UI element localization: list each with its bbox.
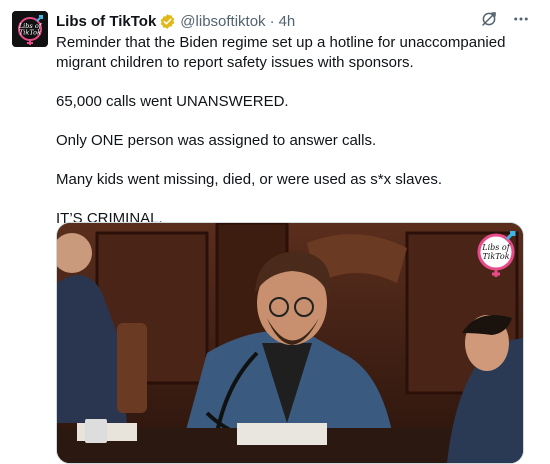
- tweet-line: Only ONE person was assigned to answer c…: [56, 131, 377, 149]
- tweet-line: Many kids went missing, died, or were us…: [56, 170, 442, 188]
- tweet-paragraph: Many kids went missing, died, or were us…: [56, 170, 526, 190]
- more-icon[interactable]: [512, 10, 530, 33]
- handle[interactable]: @libsoftiktok: [180, 13, 265, 30]
- watermark-logo-icon: Libs of TikTok: [477, 231, 516, 277]
- avatar-text-line2: TikTok: [19, 29, 41, 37]
- tweet-line: Reminder that the Biden regime set up a …: [56, 34, 506, 51]
- avatar-logo-icon: Libs of TikTok: [12, 11, 48, 47]
- timestamp[interactable]: 4h: [279, 13, 296, 30]
- tweet-paragraph: Only ONE person was assigned to answer c…: [56, 131, 526, 151]
- header-actions: [480, 10, 530, 33]
- grok-icon[interactable]: [480, 10, 498, 33]
- separator-dot: ·: [269, 12, 275, 30]
- video-player[interactable]: Libs of TikTok: [56, 222, 524, 464]
- watermark-text-line1: Libs of: [481, 243, 511, 252]
- avatar[interactable]: Libs of TikTok: [12, 11, 48, 47]
- tweet-line: migrant children to report safety issues…: [56, 53, 414, 71]
- tweet-text: Reminder that the Biden regime set up a …: [56, 33, 526, 228]
- tweet-paragraph: Reminder that the Biden regime set up a …: [56, 33, 526, 72]
- tweet-line: 65,000 calls went UNANSWERED.: [56, 92, 289, 110]
- display-name[interactable]: Libs of TikTok: [56, 13, 156, 30]
- tweet-card[interactable]: Libs of TikTok Libs of TikTok @libsoftik…: [0, 0, 550, 464]
- tweet-paragraph: 65,000 calls went UNANSWERED.: [56, 92, 526, 112]
- verified-badge-icon[interactable]: [159, 13, 176, 30]
- tweet-header: Libs of TikTok @libsoftiktok · 4h: [56, 11, 295, 31]
- video-frame: [57, 223, 523, 463]
- watermark-text-line2: TikTok: [482, 252, 509, 261]
